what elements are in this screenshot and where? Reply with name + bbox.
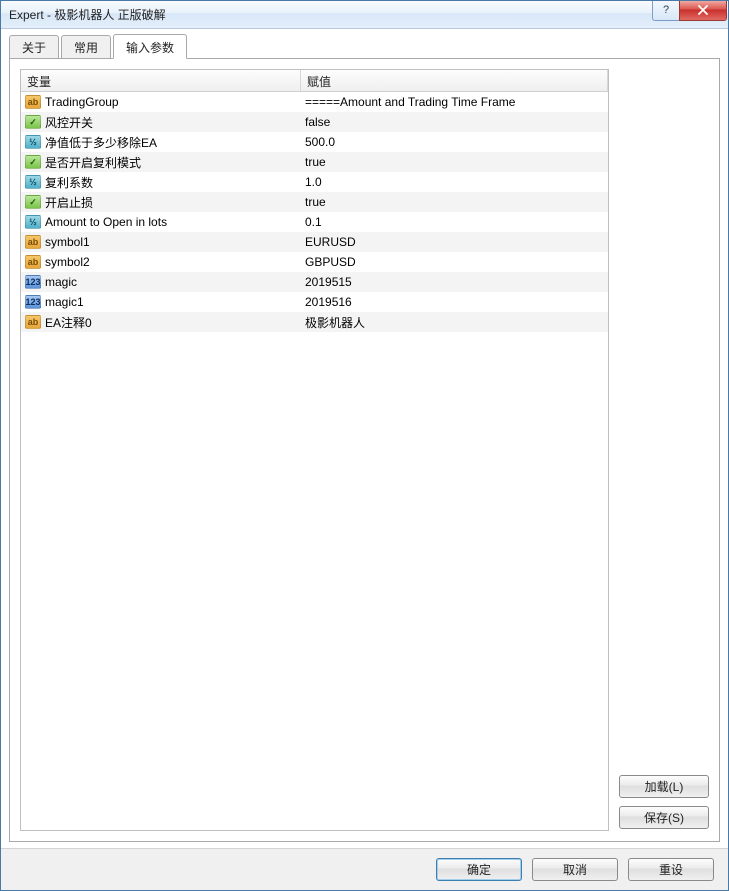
parameter-row[interactable]: 123 magic1 2019516 bbox=[21, 292, 608, 312]
bool-type-icon: ✓ bbox=[25, 195, 41, 209]
parameter-row[interactable]: ✓ 开启止损 true bbox=[21, 192, 608, 212]
titlebar[interactable]: Expert - 极影机器人 正版破解 ? bbox=[1, 1, 728, 29]
parameter-value-cell[interactable]: false bbox=[301, 115, 608, 129]
parameter-row[interactable]: ab EA注释0 极影机器人 bbox=[21, 312, 608, 332]
save-button[interactable]: 保存(S) bbox=[619, 806, 709, 829]
parameter-name-cell[interactable]: ab symbol1 bbox=[21, 235, 301, 249]
tabpage-inputs: 变量 赋值 ab TradingGroup =====Amount and Trad… bbox=[9, 59, 720, 842]
parameter-name: TradingGroup bbox=[45, 95, 119, 109]
parameter-name-cell[interactable]: 123 magic1 bbox=[21, 295, 301, 309]
side-buttons: 加载(L) 保存(S) bbox=[619, 69, 709, 831]
parameter-name-cell[interactable]: ½ Amount to Open in lots bbox=[21, 215, 301, 229]
parameter-name-cell[interactable]: ab symbol2 bbox=[21, 255, 301, 269]
parameter-row[interactable]: ½ 净值低于多少移除EA 500.0 bbox=[21, 132, 608, 152]
parameter-name-cell[interactable]: ✓ 是否开启复利模式 bbox=[21, 154, 301, 171]
double-type-icon: ½ bbox=[25, 135, 41, 149]
dialog-footer: 确定 取消 重设 bbox=[1, 848, 728, 890]
cancel-button[interactable]: 取消 bbox=[532, 858, 618, 881]
double-type-icon: ½ bbox=[25, 215, 41, 229]
parameter-name: symbol2 bbox=[45, 255, 90, 269]
parameter-value-cell[interactable]: true bbox=[301, 195, 608, 209]
column-header-variable[interactable]: 变量 bbox=[21, 70, 301, 91]
parameter-value-cell[interactable]: 2019516 bbox=[301, 295, 608, 309]
window-title: Expert - 极影机器人 正版破解 bbox=[9, 6, 653, 23]
parameter-value-cell[interactable]: GBPUSD bbox=[301, 255, 608, 269]
double-type-icon: ½ bbox=[25, 175, 41, 189]
parameter-name-cell[interactable]: ✓ 风控开关 bbox=[21, 114, 301, 131]
close-icon bbox=[697, 5, 709, 15]
parameter-value-cell[interactable]: EURUSD bbox=[301, 235, 608, 249]
titlebar-controls: ? bbox=[653, 1, 728, 21]
int-type-icon: 123 bbox=[25, 275, 41, 289]
parameter-value-cell[interactable]: 2019515 bbox=[301, 275, 608, 289]
ab-type-icon: ab bbox=[25, 255, 41, 269]
load-button[interactable]: 加载(L) bbox=[619, 775, 709, 798]
parameter-row[interactable]: ab symbol1 EURUSD bbox=[21, 232, 608, 252]
tabstrip: 关于 常用 输入参数 bbox=[9, 37, 720, 59]
parameter-value-cell[interactable]: 极影机器人 bbox=[301, 314, 608, 331]
reset-button[interactable]: 重设 bbox=[628, 858, 714, 881]
bool-type-icon: ✓ bbox=[25, 115, 41, 129]
tab-inputs[interactable]: 输入参数 bbox=[113, 34, 187, 59]
ab-type-icon: ab bbox=[25, 95, 41, 109]
parameter-row[interactable]: ✓ 是否开启复利模式 true bbox=[21, 152, 608, 172]
parameter-name: symbol1 bbox=[45, 235, 90, 249]
parameter-name: Amount to Open in lots bbox=[45, 215, 167, 229]
int-type-icon: 123 bbox=[25, 295, 41, 309]
parameter-name-cell[interactable]: ab TradingGroup bbox=[21, 95, 301, 109]
parameter-value-cell[interactable]: true bbox=[301, 155, 608, 169]
close-button[interactable] bbox=[679, 1, 727, 21]
parameter-value-cell[interactable]: 500.0 bbox=[301, 135, 608, 149]
parameter-name: EA注释0 bbox=[45, 314, 92, 331]
grid-header: 变量 赋值 bbox=[21, 70, 608, 92]
grid-body: ab TradingGroup =====Amount and Trading Ti… bbox=[21, 92, 608, 830]
ok-button[interactable]: 确定 bbox=[436, 858, 522, 881]
tab-common[interactable]: 常用 bbox=[61, 35, 111, 59]
parameter-value-cell[interactable]: 0.1 bbox=[301, 215, 608, 229]
parameter-name: 复利系数 bbox=[45, 174, 93, 191]
parameter-row[interactable]: ab symbol2 GBPUSD bbox=[21, 252, 608, 272]
help-icon: ? bbox=[663, 4, 669, 16]
parameter-name: magic bbox=[45, 275, 77, 289]
help-button[interactable]: ? bbox=[652, 1, 680, 21]
parameter-name-cell[interactable]: ½ 复利系数 bbox=[21, 174, 301, 191]
parameter-name-cell[interactable]: 123 magic bbox=[21, 275, 301, 289]
bool-type-icon: ✓ bbox=[25, 155, 41, 169]
parameters-grid[interactable]: 变量 赋值 ab TradingGroup =====Amount and Trad… bbox=[20, 69, 609, 831]
client-area: 关于 常用 输入参数 变量 赋值 ab TradingGroup =====Amou… bbox=[1, 29, 728, 848]
parameter-name: magic1 bbox=[45, 295, 84, 309]
parameter-value-cell[interactable]: 1.0 bbox=[301, 175, 608, 189]
parameter-value-cell[interactable]: =====Amount and Trading Time Frame bbox=[301, 95, 608, 109]
parameter-name: 是否开启复利模式 bbox=[45, 154, 141, 171]
parameter-row[interactable]: ✓ 风控开关 false bbox=[21, 112, 608, 132]
ab-type-icon: ab bbox=[25, 315, 41, 329]
ab-type-icon: ab bbox=[25, 235, 41, 249]
parameter-name: 风控开关 bbox=[45, 114, 93, 131]
parameter-name-cell[interactable]: ✓ 开启止损 bbox=[21, 194, 301, 211]
parameter-name-cell[interactable]: ½ 净值低于多少移除EA bbox=[21, 134, 301, 151]
parameter-row[interactable]: ½ Amount to Open in lots 0.1 bbox=[21, 212, 608, 232]
tab-about[interactable]: 关于 bbox=[9, 35, 59, 59]
parameter-row[interactable]: 123 magic 2019515 bbox=[21, 272, 608, 292]
parameter-name: 开启止损 bbox=[45, 194, 93, 211]
parameter-name-cell[interactable]: ab EA注释0 bbox=[21, 314, 301, 331]
column-header-value[interactable]: 赋值 bbox=[301, 70, 608, 91]
parameter-row[interactable]: ½ 复利系数 1.0 bbox=[21, 172, 608, 192]
parameter-name: 净值低于多少移除EA bbox=[45, 134, 157, 151]
parameter-row[interactable]: ab TradingGroup =====Amount and Trading Ti… bbox=[21, 92, 608, 112]
dialog-window: Expert - 极影机器人 正版破解 ? 关于 常用 输入参数 变量 赋值 bbox=[0, 0, 729, 891]
